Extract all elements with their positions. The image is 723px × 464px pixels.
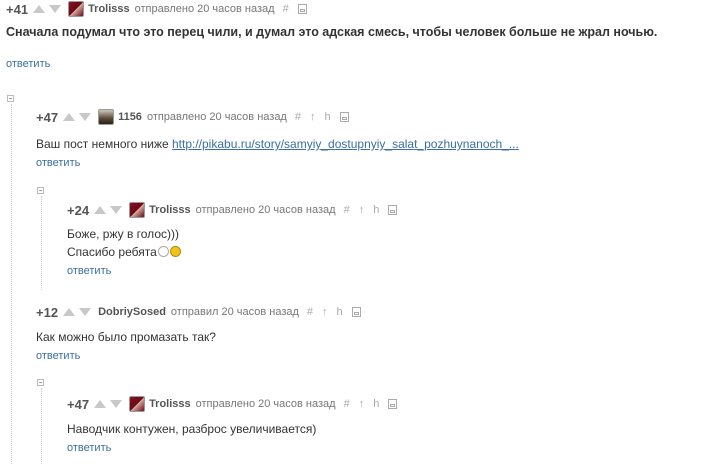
comment: +47 1156 отправлено 20 часов назад # ↑ h…	[36, 108, 716, 171]
downvote-icon[interactable]	[79, 308, 92, 316]
comment-author[interactable]: Trolisss	[88, 3, 130, 15]
collapse-toggle[interactable]	[37, 187, 44, 194]
comment-header: +47 Trolisss отправлено 20 часов назад #…	[67, 395, 717, 413]
permalink-icon[interactable]: #	[295, 111, 301, 123]
upvote-icon[interactable]	[94, 400, 107, 408]
comment-header: +12 DobriySosed отправил 20 часов назад …	[36, 303, 716, 321]
permalink-icon[interactable]: #	[283, 3, 289, 15]
downvote-icon[interactable]	[49, 5, 62, 13]
comment: +41 Trolisss отправлено 20 часов назад #…	[6, 0, 723, 72]
upvote-icon[interactable]	[94, 206, 107, 214]
comment-time: отправлено 20 часов назад	[195, 204, 336, 216]
comment-author[interactable]: Trolisss	[149, 398, 191, 410]
avatar[interactable]	[129, 202, 146, 218]
comment-time: отправлено 20 часов назад	[195, 398, 336, 410]
laughing-icon	[169, 246, 181, 257]
permalink-icon[interactable]: #	[344, 204, 350, 216]
upvote-icon[interactable]	[63, 308, 76, 316]
comment: +47 Trolisss отправлено 20 часов назад #…	[67, 395, 717, 456]
parent-comment-icon[interactable]: ↑	[310, 111, 316, 123]
comment: +12 DobriySosed отправил 20 часов назад …	[36, 303, 716, 364]
downvote-icon[interactable]	[110, 206, 123, 214]
comment-line: Спасибо ребята	[67, 243, 717, 261]
permalink-icon[interactable]: #	[307, 306, 313, 318]
reply-link[interactable]: ответить	[67, 442, 111, 454]
downvote-icon[interactable]	[79, 113, 92, 121]
reply-link[interactable]: ответить	[6, 58, 50, 70]
thread-line	[41, 388, 42, 464]
thread-icon[interactable]: h	[373, 204, 379, 216]
reply-link[interactable]: ответить	[36, 350, 80, 362]
collapse-toggle[interactable]	[37, 379, 44, 386]
comment-rating: +41	[6, 1, 29, 17]
upvote-icon[interactable]	[33, 5, 46, 13]
avatar[interactable]	[68, 1, 85, 17]
thread-icon[interactable]: h	[337, 306, 343, 318]
upvote-icon[interactable]	[63, 113, 76, 121]
comment-time: отправлено 20 часов назад	[146, 111, 287, 123]
comment-text-prefix: Ваш пост немного ниже	[36, 137, 172, 151]
downvote-icon[interactable]	[110, 400, 123, 408]
comment-author[interactable]: DobriySosed	[98, 306, 166, 318]
avatar[interactable]	[129, 396, 146, 412]
thread-line	[11, 104, 12, 464]
reply-link[interactable]: ответить	[67, 265, 111, 277]
thread-icon[interactable]: h	[324, 111, 330, 123]
parent-comment-icon[interactable]: ↑	[359, 398, 365, 410]
avatar[interactable]	[98, 109, 115, 125]
comment-rating: +24	[67, 202, 90, 218]
smiley-icon	[157, 246, 169, 257]
save-icon[interactable]	[339, 112, 349, 122]
comment-header: +47 1156 отправлено 20 часов назад # ↑ h	[36, 108, 716, 126]
save-icon[interactable]	[388, 205, 398, 215]
comment-author[interactable]: Trolisss	[149, 204, 191, 216]
comment-rating: +47	[36, 109, 59, 125]
comment-text: Как можно было промазать так?	[36, 330, 216, 344]
comment-line-text: Спасибо ребята	[67, 245, 157, 259]
save-icon[interactable]	[297, 4, 307, 14]
comment-rating: +12	[36, 304, 59, 320]
parent-comment-icon[interactable]: ↑	[359, 204, 365, 216]
comment: +24 Trolisss отправлено 20 часов назад #…	[67, 201, 717, 279]
permalink-icon[interactable]: #	[344, 398, 350, 410]
comment-header: +24 Trolisss отправлено 20 часов назад #…	[67, 201, 717, 219]
comment-line: Боже, ржу в голос)))	[67, 227, 179, 241]
story-link[interactable]: http://pikabu.ru/story/samyiy_dostupnyiy…	[172, 137, 519, 151]
comment-time: отправлено 20 часов назад	[134, 3, 275, 15]
parent-comment-icon[interactable]: ↑	[322, 306, 328, 318]
comment-text: Наводчик контужен, разброс увеличивается…	[67, 422, 317, 436]
comment-time: отправил 20 часов назад	[170, 306, 299, 318]
thread-icon[interactable]: h	[373, 398, 379, 410]
reply-link[interactable]: ответить	[36, 157, 80, 169]
thread-line	[41, 196, 42, 290]
collapse-toggle[interactable]	[7, 95, 14, 102]
comment-rating: +47	[67, 396, 90, 412]
comment-text: Ваш пост немного ниже http://pikabu.ru/s…	[36, 135, 716, 153]
save-icon[interactable]	[388, 399, 398, 409]
comment-header: +41 Trolisss отправлено 20 часов назад #	[6, 0, 723, 18]
comment-text: Сначала подумал что это перец чили, и ду…	[6, 25, 658, 39]
comment-author[interactable]: 1156	[118, 111, 142, 123]
comment-text: Боже, ржу в голос))) Спасибо ребята	[67, 225, 717, 261]
save-icon[interactable]	[351, 307, 361, 317]
